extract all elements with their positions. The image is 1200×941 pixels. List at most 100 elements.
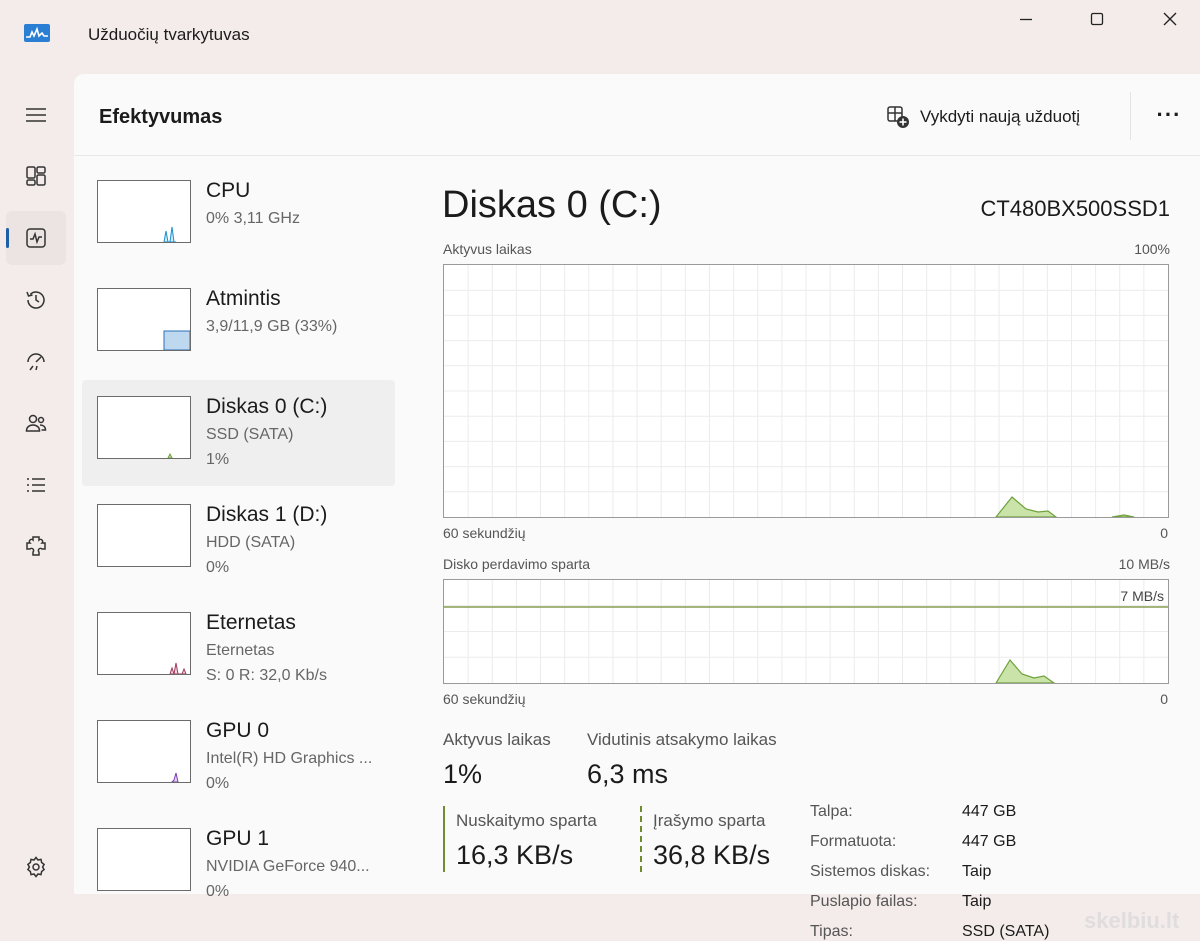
disk-title: Diskas 0 (C:) xyxy=(442,184,662,226)
page-title: Efektyvumas xyxy=(99,106,223,128)
property-value: 447 GB xyxy=(962,803,1017,820)
write-speed-value: 36,8 KB/s xyxy=(653,840,771,870)
device-detail: 0% 3,11 GHz xyxy=(206,210,300,227)
nav-users[interactable] xyxy=(6,396,66,450)
nav-startup-apps[interactable] xyxy=(6,334,66,388)
device-name: GPU 0 xyxy=(206,719,270,742)
device-thumbnail-graph xyxy=(97,180,191,243)
startup-apps-icon xyxy=(27,353,45,371)
active-time-graph-xlabel: 60 sekundžių xyxy=(443,525,526,541)
property-key: Formatuota: xyxy=(810,833,897,850)
response-time-stat-label: Vidutinis atsakymo laikas xyxy=(587,730,777,749)
device-detail: Intel(R) HD Graphics ... xyxy=(206,750,373,767)
processes-icon xyxy=(26,166,46,186)
nav-app-history[interactable] xyxy=(6,273,66,327)
device-thumbnail-graph xyxy=(97,288,191,351)
device-detail: Eternetas xyxy=(206,642,275,659)
navigation-rail xyxy=(0,74,74,894)
device-thumbnail-graph xyxy=(97,720,191,783)
active-time-graph-min: 0 xyxy=(1160,525,1168,541)
device-usage: 1% xyxy=(206,451,230,468)
device-name: Diskas 0 (C:) xyxy=(206,395,328,418)
read-speed-value: 16,3 KB/s xyxy=(456,840,574,870)
property-key: Sistemos diskas: xyxy=(810,863,931,880)
device-item[interactable]: GPU 0 Intel(R) HD Graphics ... 0% xyxy=(82,704,395,810)
device-usage: 0% xyxy=(206,883,230,900)
device-item[interactable]: Eternetas Eternetas S: 0 R: 32,0 Kb/s xyxy=(82,596,395,702)
transfer-rate-graph-max: 10 MB/s xyxy=(1118,556,1170,572)
transfer-rate-graph-xlabel: 60 sekundžių xyxy=(443,691,526,707)
minimize-button[interactable] xyxy=(1012,8,1040,30)
read-speed-block: Nuskaitymo sparta 16,3 KB/s xyxy=(443,806,597,872)
hamburger-menu-icon xyxy=(26,108,46,122)
device-thumbnail-graph xyxy=(97,612,191,675)
nav-details[interactable] xyxy=(6,458,66,512)
device-item[interactable]: GPU 1 NVIDIA GeForce 940... 0% xyxy=(82,812,395,918)
device-usage: S: 0 R: 32,0 Kb/s xyxy=(206,667,327,684)
active-time-graph-label: Aktyvus laikas xyxy=(443,241,532,257)
title-bar: Užduočių tvarkytuvas xyxy=(0,0,1200,74)
nav-performance[interactable] xyxy=(6,211,66,265)
device-thumbnail-graph xyxy=(97,828,191,891)
maximize-icon xyxy=(1090,12,1104,26)
task-manager-app-icon xyxy=(24,24,50,42)
run-new-task-button[interactable]: Vykdyti naują užduotį xyxy=(886,102,1080,132)
property-value: SSD (SATA) xyxy=(962,923,1050,940)
device-item[interactable]: Diskas 1 (D:) HDD (SATA) 0% xyxy=(82,488,395,594)
run-new-task-icon xyxy=(887,106,909,128)
page-header: Efektyvumas Vykdyti naują užduotį ··· xyxy=(74,74,1200,156)
users-icon xyxy=(25,414,47,432)
nav-services[interactable] xyxy=(6,519,66,573)
write-speed-block: Įrašymo sparta 36,8 KB/s xyxy=(640,806,770,872)
device-thumbnail-graph xyxy=(97,396,191,459)
device-name: GPU 1 xyxy=(206,827,270,850)
device-detail: 3,9/11,9 GB (33%) xyxy=(206,318,338,335)
details-icon xyxy=(27,478,45,492)
disk-model: CT480BX500SSD1 xyxy=(980,196,1170,221)
active-time-graph xyxy=(443,264,1169,518)
device-name: CPU xyxy=(206,179,251,202)
run-new-task-label: Vykdyti naują užduotį xyxy=(920,107,1081,126)
write-speed-label: Įrašymo sparta xyxy=(653,811,766,830)
transfer-rate-reference-label: 7 MB/s xyxy=(1120,588,1164,604)
header-divider xyxy=(1130,92,1131,140)
transfer-rate-series xyxy=(995,658,1056,683)
settings-icon xyxy=(26,856,46,878)
property-value: Taip xyxy=(962,863,992,880)
transfer-rate-graph: 7 MB/s xyxy=(443,579,1169,684)
property-key: Tipas: xyxy=(810,923,853,940)
hamburger-menu-button[interactable] xyxy=(6,88,66,142)
main-content: Efektyvumas Vykdyti naują užduotį ··· CP… xyxy=(74,74,1200,940)
device-usage: 0% xyxy=(206,775,230,792)
device-detail: SSD (SATA) xyxy=(206,426,294,443)
device-usage: 0% xyxy=(206,559,230,576)
read-speed-label: Nuskaitymo sparta xyxy=(456,811,597,830)
active-time-graph-max: 100% xyxy=(1134,241,1170,257)
property-key: Puslapio failas: xyxy=(810,893,918,910)
device-name: Eternetas xyxy=(206,611,296,634)
property-key: Talpa: xyxy=(810,803,853,820)
nav-settings[interactable] xyxy=(6,840,66,894)
more-options-button[interactable]: ··· xyxy=(1152,102,1186,128)
device-detail: HDD (SATA) xyxy=(206,534,296,551)
close-icon xyxy=(1163,12,1177,26)
active-time-stat-value: 1% xyxy=(443,759,483,789)
transfer-rate-graph-min: 0 xyxy=(1160,691,1168,707)
active-time-stat-label: Aktyvus laikas xyxy=(443,730,551,749)
device-name: Atmintis xyxy=(206,287,281,310)
property-value: 447 GB xyxy=(962,833,1017,850)
app-history-icon xyxy=(26,291,45,309)
device-detail: NVIDIA GeForce 940... xyxy=(206,858,370,875)
maximize-button[interactable] xyxy=(1083,8,1111,30)
device-item[interactable]: CPU 0% 3,11 GHz xyxy=(82,164,395,270)
response-time-stat-value: 6,3 ms xyxy=(587,759,669,789)
minimize-icon xyxy=(1020,18,1032,21)
device-thumbnail-graph xyxy=(97,504,191,567)
device-name: Diskas 1 (D:) xyxy=(206,503,328,526)
device-item[interactable]: Diskas 0 (C:) SSD (SATA) 1% xyxy=(82,380,395,486)
services-icon xyxy=(26,536,46,556)
device-item[interactable]: Atmintis 3,9/11,9 GB (33%) xyxy=(82,272,395,378)
active-time-series-tail xyxy=(1111,514,1135,517)
close-button[interactable] xyxy=(1156,8,1184,30)
nav-processes[interactable] xyxy=(6,149,66,203)
